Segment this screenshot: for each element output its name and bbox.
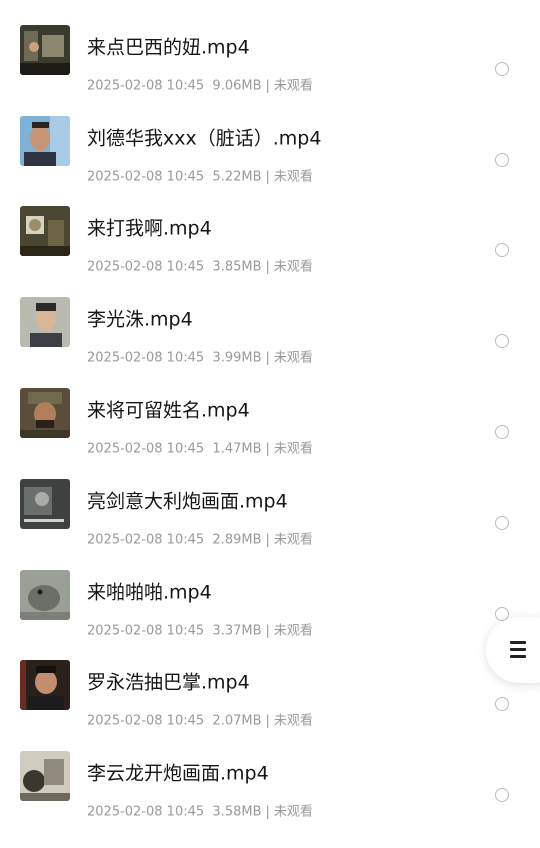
list-item[interactable]: 罗永浩抽巴掌.mp4 2025-02-08 10:45 2.07MB | 未观看 [0, 635, 540, 729]
file-name: 来打我啊.mp4 [87, 217, 212, 240]
video-thumbnail [20, 25, 70, 75]
select-radio[interactable] [495, 153, 509, 167]
list-item[interactable]: 刘德华我xxx（脏话）.mp4 2025-02-08 10:45 5.22MB |… [0, 91, 540, 185]
video-thumbnail [20, 479, 70, 529]
list-item[interactable]: 李光洙.mp4 2025-02-08 10:45 3.99MB | 未观看 [0, 272, 540, 366]
file-name: 亮剑意大利炮画面.mp4 [87, 490, 288, 513]
list-item[interactable]: 来将可留姓名.mp4 2025-02-08 10:45 1.47MB | 未观看 [0, 363, 540, 457]
list-item[interactable]: 来啪啪啪.mp4 2025-02-08 10:45 3.37MB | 未观看 [0, 545, 540, 639]
select-radio[interactable] [495, 788, 509, 802]
file-name: 刘德华我xxx（脏话）.mp4 [87, 127, 322, 150]
file-date: 2025-02-08 10:45 [87, 804, 205, 820]
video-thumbnail [20, 206, 70, 256]
select-radio[interactable] [495, 425, 509, 439]
file-name: 罗永浩抽巴掌.mp4 [87, 671, 250, 694]
list-item[interactable]: 来打我啊.mp4 2025-02-08 10:45 3.85MB | 未观看 [0, 181, 540, 275]
list-item[interactable]: 来点巴西的妞.mp4 2025-02-08 10:45 9.06MB | 未观看 [0, 0, 540, 94]
select-radio[interactable] [495, 697, 509, 711]
video-thumbnail [20, 116, 70, 166]
file-name: 李光洙.mp4 [87, 308, 193, 331]
watch-status: 未观看 [273, 804, 313, 820]
video-thumbnail [20, 297, 70, 347]
file-meta: 2025-02-08 10:45 3.58MB | 未观看 [87, 801, 313, 820]
file-name: 来啪啪啪.mp4 [87, 581, 212, 604]
select-radio[interactable] [495, 243, 509, 257]
file-name: 李云龙开炮画面.mp4 [87, 762, 269, 785]
video-thumbnail [20, 660, 70, 710]
file-size: 3.58MB [212, 804, 262, 820]
file-name: 来将可留姓名.mp4 [87, 399, 250, 422]
video-thumbnail [20, 570, 70, 620]
video-thumbnail [20, 751, 70, 801]
select-radio[interactable] [495, 334, 509, 348]
select-radio[interactable] [495, 516, 509, 530]
list-item[interactable]: 亮剑意大利炮画面.mp4 2025-02-08 10:45 2.89MB | 未观看 [0, 454, 540, 548]
select-radio[interactable] [495, 62, 509, 76]
meta-separator: | [265, 804, 270, 820]
file-name: 来点巴西的妞.mp4 [87, 36, 250, 59]
menu-icon [510, 641, 526, 659]
list-item[interactable]: 李云龙开炮画面.mp4 2025-02-08 10:45 3.58MB | 未观看 [0, 726, 540, 820]
video-thumbnail [20, 388, 70, 438]
